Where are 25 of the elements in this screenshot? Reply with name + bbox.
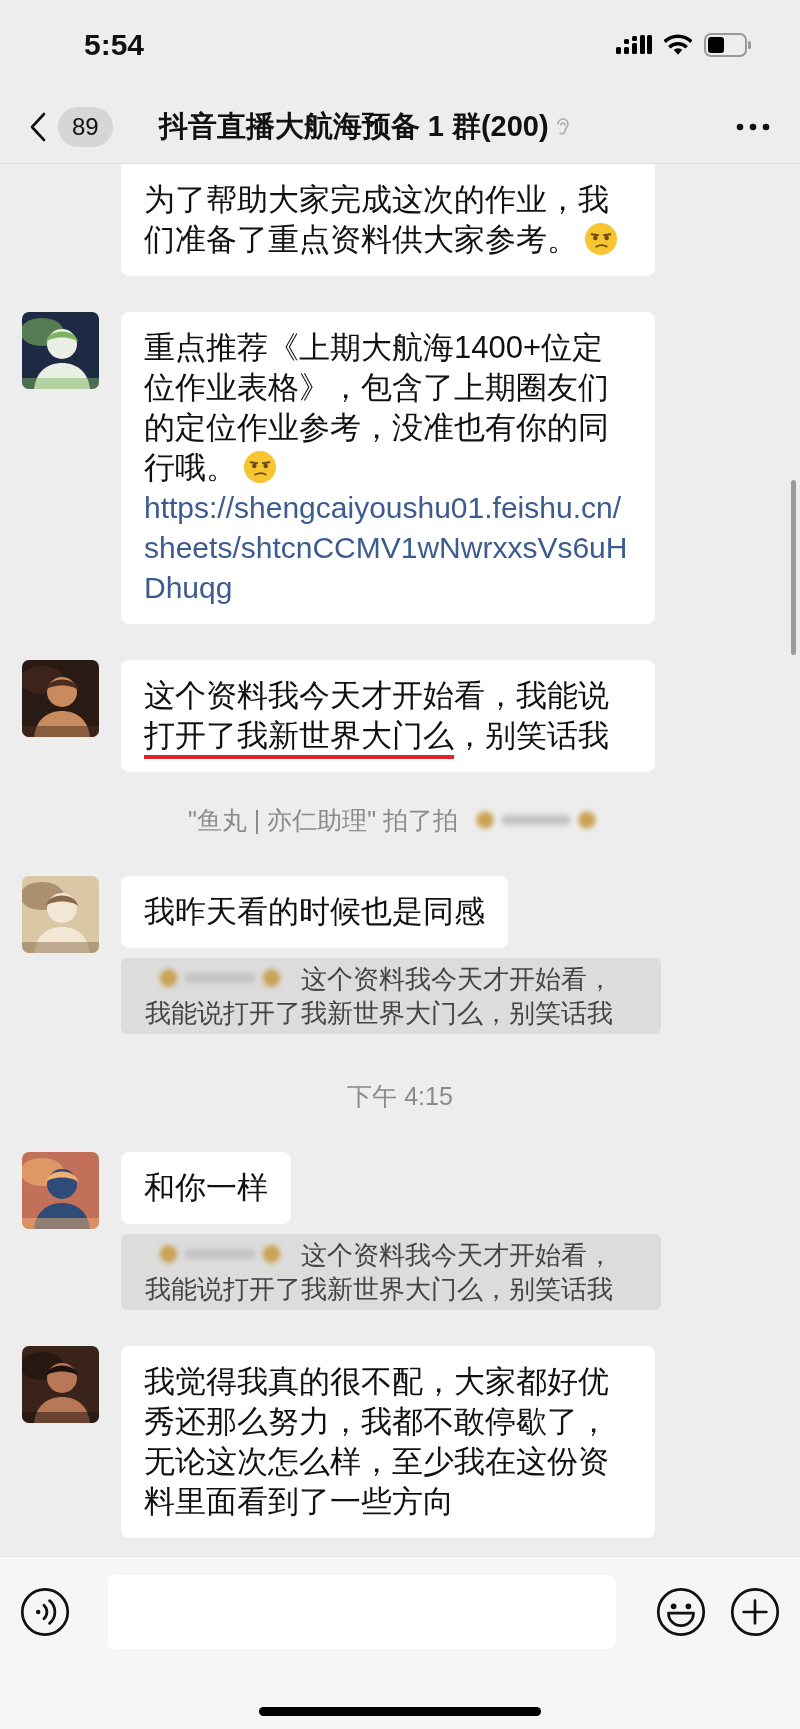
- unread-count-badge[interactable]: 89: [58, 106, 113, 147]
- wifi-icon: [664, 34, 692, 56]
- voice-icon[interactable]: [20, 1587, 70, 1637]
- quoted-text: 这个资料我今天才开始看，我能说打开了我新世界大门么，别笑话我: [145, 1240, 613, 1304]
- message-text: 和你一样: [144, 1169, 268, 1207]
- status-time: 5:54: [84, 28, 145, 62]
- emoji-icon[interactable]: [656, 1587, 706, 1637]
- chat-title: 抖音直播大航海预备 1 群(200): [158, 108, 549, 144]
- message-text: 为了帮助大家完成这次的作业，我们准备了重点资料供大家参考。: [144, 180, 632, 260]
- battery-icon: [704, 33, 752, 57]
- message-text: 我觉得我真的很不配，大家都好优秀还那么努力，我都不敢停歇了，无论这次怎么样，至少我在这份资料里面看到了一些方向: [144, 1363, 610, 1521]
- emoji-face-icon: [584, 222, 618, 256]
- message-text: 我昨天看的时候也是同感: [144, 893, 485, 931]
- signal-icon: [616, 35, 652, 55]
- back-icon[interactable]: [30, 111, 46, 142]
- message-text: 重点推荐《上期大航海1400+位定位作业表格》，包含了上期圈友们的定位作业参考，没准也有你的同行哦。: [144, 329, 610, 487]
- message-link[interactable]: https://shengcaiyoushu01.feishu.cn/sheets/shtcnCCMV1wNwrxxsVs6uHDhuqg: [144, 488, 632, 608]
- scroll-bar[interactable]: [791, 480, 796, 655]
- timestamp: 下午 4:15: [347, 1080, 453, 1112]
- quoted-text: 这个资料我今天才开始看，我能说打开了我新世界大门么，别笑话我: [145, 964, 613, 1028]
- message-text: 这个资料我今天才开始看，我能说 打开了我新世界大门么，别笑话我: [144, 676, 632, 756]
- system-notice: "鱼丸 | 亦仁助理" 拍了拍: [187, 804, 459, 836]
- plus-icon[interactable]: [730, 1587, 780, 1637]
- emoji-face-icon: [243, 450, 277, 484]
- more-icon[interactable]: [736, 122, 770, 131]
